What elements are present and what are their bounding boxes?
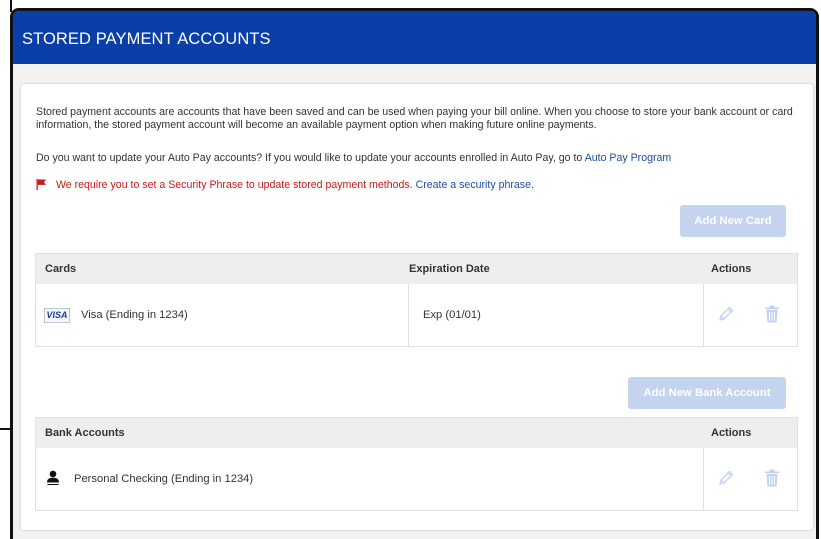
- column-header-expiration: Expiration Date: [409, 263, 490, 275]
- bank-account-name: Personal Checking (Ending in 1234): [74, 473, 254, 485]
- visa-icon: VISA: [44, 307, 70, 323]
- trash-icon[interactable]: [764, 469, 780, 490]
- intro-text: Stored payment accounts are accounts tha…: [36, 106, 793, 131]
- bank-actions: [703, 448, 798, 510]
- content-card: Stored payment accounts are accounts tha…: [21, 84, 813, 530]
- trash-icon[interactable]: [764, 305, 780, 326]
- card-name: Visa (Ending in 1234): [81, 309, 188, 321]
- page-title: STORED PAYMENT ACCOUNTS: [22, 30, 271, 48]
- table-row: Personal Checking (Ending in 1234): [36, 448, 797, 510]
- card-expiration: Exp (01/01): [423, 309, 481, 321]
- pencil-icon[interactable]: [717, 469, 735, 490]
- column-header-actions: Actions: [711, 263, 752, 275]
- flag-icon: [36, 179, 47, 193]
- column-header-bank-accounts: Bank Accounts: [45, 427, 125, 439]
- warning-text: We require you to set a Security Phrase …: [55, 179, 413, 191]
- autopay-program-link[interactable]: Auto Pay Program: [585, 152, 672, 164]
- add-new-bank-account-button[interactable]: Add New Bank Account: [628, 377, 786, 409]
- cards-table: Cards Expiration Date Actions VISA Visa …: [35, 253, 798, 347]
- add-new-card-button[interactable]: Add New Card: [680, 205, 786, 237]
- security-warning: We require you to set a Security Phrase …: [36, 179, 534, 193]
- page-header: STORED PAYMENT ACCOUNTS: [13, 11, 816, 64]
- expiration-cell: Exp (01/01): [408, 284, 703, 346]
- stored-payments-window: STORED PAYMENT ACCOUNTS Stored payment a…: [10, 8, 819, 539]
- person-icon: [46, 470, 60, 489]
- autopay-text: Do you want to update your Auto Pay acco…: [36, 152, 583, 164]
- card-cell: VISA Visa (Ending in 1234): [44, 284, 188, 346]
- bank-table-header: Bank Accounts Actions: [36, 418, 797, 448]
- cards-table-header: Cards Expiration Date Actions: [36, 254, 797, 284]
- pencil-icon[interactable]: [717, 305, 735, 326]
- bank-accounts-table: Bank Accounts Actions Personal Checking …: [35, 417, 798, 511]
- create-security-phrase-link[interactable]: Create a security phrase.: [416, 179, 534, 191]
- column-header-actions: Actions: [711, 427, 752, 439]
- table-row: VISA Visa (Ending in 1234) Exp (01/01): [36, 284, 797, 346]
- card-actions: [703, 284, 798, 346]
- bank-cell: Personal Checking (Ending in 1234): [46, 448, 253, 510]
- column-header-cards: Cards: [45, 263, 77, 275]
- autopay-note: Do you want to update your Auto Pay acco…: [36, 152, 671, 164]
